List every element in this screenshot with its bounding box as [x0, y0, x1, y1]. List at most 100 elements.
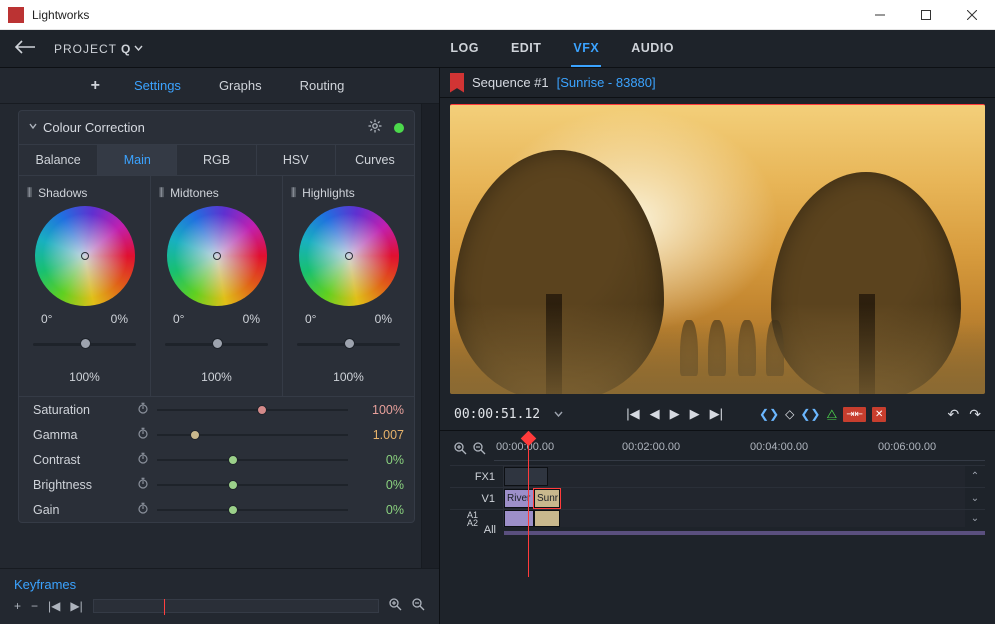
midtones-master-value[interactable]: 100%: [159, 370, 274, 384]
param-value-contrast[interactable]: 0%: [356, 453, 404, 467]
panel-settings-button[interactable]: [368, 119, 382, 136]
param-value-gamma[interactable]: 1.007: [356, 428, 404, 442]
keyframe-next-button[interactable]: ▶|: [70, 599, 82, 613]
track-label-v1[interactable]: V1: [450, 488, 504, 509]
keyframe-prev-button[interactable]: |◀: [48, 599, 60, 613]
add-effect-button[interactable]: +: [91, 77, 100, 95]
shadows-angle[interactable]: 0°: [41, 312, 52, 326]
audio-clip[interactable]: [534, 510, 560, 527]
fx-panel-scrollbar[interactable]: [421, 104, 439, 568]
audio-clip[interactable]: [504, 510, 534, 527]
bookmark-icon[interactable]: [450, 73, 464, 93]
step-forward-button[interactable]: ▶: [688, 404, 702, 424]
project-dropdown-caret[interactable]: [134, 43, 143, 54]
midtones-angle[interactable]: 0°: [173, 312, 184, 326]
fx-tab-graphs[interactable]: Graphs: [215, 70, 266, 101]
cc-tab-hsv[interactable]: HSV: [257, 145, 336, 175]
sequence-clip-name[interactable]: [Sunrise - 83880]: [557, 75, 656, 90]
fx-tab-settings[interactable]: Settings: [130, 70, 185, 101]
param-value-gain[interactable]: 0%: [356, 503, 404, 517]
highlights-master-slider[interactable]: [291, 338, 406, 362]
back-icon[interactable]: [14, 38, 36, 59]
track-lane-fx1[interactable]: [504, 466, 965, 487]
track-label-fx1[interactable]: FX1: [450, 466, 504, 487]
param-value-saturation[interactable]: 100%: [356, 403, 404, 417]
effect-enable-toggle[interactable]: [394, 123, 404, 133]
tab-vfx[interactable]: VFX: [571, 31, 601, 67]
preview-monitor[interactable]: [450, 104, 985, 394]
go-to-start-button[interactable]: |◀: [624, 404, 641, 424]
remove-button[interactable]: ⇥⇤: [843, 407, 866, 422]
window-minimize-button[interactable]: [857, 0, 903, 30]
cc-tab-main[interactable]: Main: [98, 145, 177, 175]
mark-out-button[interactable]: ❮❯: [800, 407, 820, 421]
param-value-brightness[interactable]: 0%: [356, 478, 404, 492]
cue-marker-button[interactable]: ⧋: [826, 407, 837, 422]
param-slider-gamma[interactable]: [157, 428, 348, 442]
track-label-all[interactable]: All: [450, 524, 504, 536]
shadows-master-slider[interactable]: [27, 338, 142, 362]
keyframe-track[interactable]: [93, 599, 379, 613]
timecode-display[interactable]: 00:00:51.12: [454, 407, 540, 422]
shadows-pct[interactable]: 0%: [111, 312, 128, 326]
shadows-master-value[interactable]: 100%: [27, 370, 142, 384]
timeline-playhead[interactable]: [528, 437, 529, 577]
param-slider-gain[interactable]: [157, 503, 348, 517]
cc-tab-balance[interactable]: Balance: [19, 145, 98, 175]
highlights-master-value[interactable]: 100%: [291, 370, 406, 384]
undo-button[interactable]: ↶: [948, 406, 960, 423]
keyframe-zoom-in-button[interactable]: [389, 598, 402, 614]
track-lane-v1[interactable]: River Sunr: [504, 488, 965, 509]
track-expand-v1[interactable]: ⌄: [965, 488, 985, 509]
timeline-zoom-in-button[interactable]: [454, 442, 467, 458]
timeline-ruler[interactable]: 00:00:00.00 00:02:00.00 00:04:00.00 00:0…: [494, 439, 985, 461]
midtones-master-slider[interactable]: [159, 338, 274, 362]
cc-tab-curves[interactable]: Curves: [336, 145, 414, 175]
highlights-pct[interactable]: 0%: [375, 312, 392, 326]
video-clip-river[interactable]: River: [504, 489, 534, 508]
highlights-colour-wheel[interactable]: [299, 206, 399, 306]
midtones-colour-wheel[interactable]: [167, 206, 267, 306]
play-button[interactable]: ▶: [668, 404, 682, 424]
project-name[interactable]: Q: [121, 42, 130, 56]
keyframe-remove-button[interactable]: −: [31, 599, 38, 613]
keyframes-title[interactable]: Keyframes: [14, 577, 425, 592]
tab-edit[interactable]: EDIT: [509, 31, 543, 67]
timeline-zoom-out-button[interactable]: [473, 442, 486, 458]
track-all-overview[interactable]: All: [504, 531, 985, 535]
fx-clip[interactable]: [504, 467, 548, 486]
timecode-dropdown[interactable]: [554, 409, 563, 420]
param-keyframe-toggle-contrast[interactable]: [137, 452, 149, 467]
cc-tab-rgb[interactable]: RGB: [177, 145, 256, 175]
param-slider-brightness[interactable]: [157, 478, 348, 492]
redo-button[interactable]: ↷: [969, 406, 981, 423]
midtones-pct[interactable]: 0%: [243, 312, 260, 326]
levels-icon[interactable]: ⫼: [291, 187, 296, 200]
tab-log[interactable]: LOG: [448, 31, 481, 67]
track-expand-fx1[interactable]: ⌃: [965, 466, 985, 487]
keyframe-zoom-out-button[interactable]: [412, 598, 425, 614]
delete-button[interactable]: ✕: [872, 407, 886, 422]
param-keyframe-toggle-saturation[interactable]: [137, 402, 149, 417]
shadows-colour-wheel[interactable]: [35, 206, 135, 306]
panel-collapse-caret[interactable]: [29, 122, 37, 133]
track-expand-audio[interactable]: ⌄: [965, 510, 985, 527]
sequence-name[interactable]: Sequence #1: [472, 75, 549, 90]
param-slider-saturation[interactable]: [157, 403, 348, 417]
track-lane-audio[interactable]: [504, 510, 965, 527]
levels-icon[interactable]: ⫼: [27, 187, 32, 200]
mark-in-button[interactable]: ❮❯: [759, 407, 779, 421]
video-clip-sunrise[interactable]: Sunr: [534, 489, 560, 508]
keyframe-add-button[interactable]: +: [14, 599, 21, 613]
tab-audio[interactable]: AUDIO: [629, 31, 676, 67]
mark-clear-button[interactable]: ◇: [785, 407, 794, 421]
window-maximize-button[interactable]: [903, 0, 949, 30]
param-keyframe-toggle-gain[interactable]: [137, 502, 149, 517]
fx-tab-routing[interactable]: Routing: [296, 70, 349, 101]
param-keyframe-toggle-gamma[interactable]: [137, 427, 149, 442]
param-slider-contrast[interactable]: [157, 453, 348, 467]
window-close-button[interactable]: [949, 0, 995, 30]
go-to-end-button[interactable]: ▶|: [708, 404, 725, 424]
levels-icon[interactable]: ⫼: [159, 187, 164, 200]
highlights-angle[interactable]: 0°: [305, 312, 316, 326]
